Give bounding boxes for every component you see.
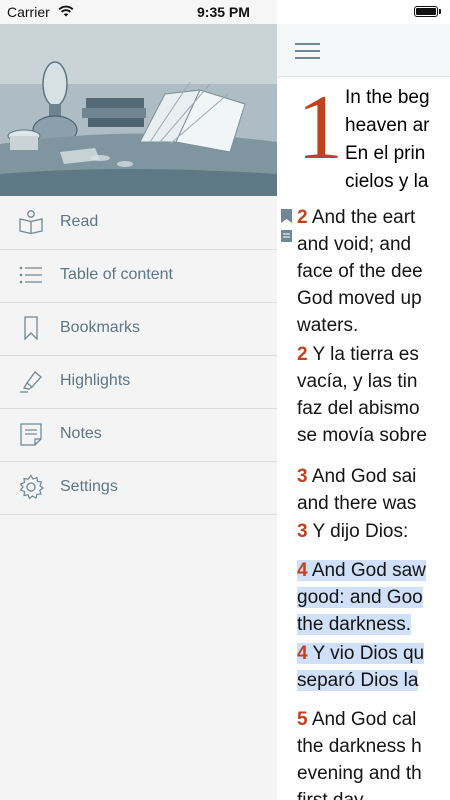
verse-line: face of the dee — [297, 261, 423, 282]
menu-label-notes: Notes — [60, 425, 102, 442]
status-bar-right — [277, 0, 450, 24]
verse-line: And the eart — [311, 207, 416, 228]
status-bar-left: Carrier 9:35 PM — [0, 0, 277, 24]
verse-number: 5 — [297, 709, 308, 730]
list-icon — [19, 266, 42, 284]
menu-item-bookmarks[interactable]: Bookmarks — [0, 303, 277, 356]
note-icon — [20, 423, 42, 446]
intro-line: In the beg — [345, 87, 430, 108]
still-life-illustration — [0, 24, 277, 196]
verse-line: first day. — [297, 787, 450, 800]
verse-number: 4 — [297, 560, 308, 581]
intro-line: cielos y la — [345, 171, 429, 192]
verse-number: 3 — [297, 466, 308, 487]
chapter-number: 1 — [297, 76, 343, 178]
menu-label-settings: Settings — [60, 478, 118, 495]
carrier-label: Carrier — [7, 4, 50, 20]
verse-line: and void; and — [297, 234, 412, 255]
book-reader-icon — [19, 210, 43, 235]
battery-tip — [439, 9, 441, 14]
verse-line: evening and th — [297, 763, 422, 784]
menu-item-notes[interactable]: Notes — [0, 409, 277, 462]
navigation-menu: Read Table of content Bookmarks Highligh… — [0, 197, 277, 515]
battery-icon — [414, 6, 438, 17]
intro-line: heaven ar — [345, 115, 430, 136]
menu-label-bookmarks: Bookmarks — [60, 319, 141, 336]
bookmark-icon — [24, 316, 38, 341]
menu-label-table-of-content: Table of content — [60, 266, 173, 283]
verse-number: 4 — [297, 643, 308, 664]
gear-icon — [19, 474, 44, 500]
verse-5-en[interactable]: 5 And God cal the darkness h evening and… — [297, 706, 450, 800]
reader-navbar — [277, 24, 450, 77]
hamburger-menu-icon[interactable] — [295, 43, 320, 60]
menu-item-table-of-content[interactable]: Table of content — [0, 250, 277, 303]
verse-number: 2 — [297, 207, 308, 228]
menu-label-read: Read — [60, 213, 99, 230]
verse-3-es[interactable]: 3 Y dijo Dios: — [297, 518, 450, 545]
wifi-icon — [58, 5, 74, 17]
verse-4-en[interactable]: 4 And God saw good: and Goo the darkness… — [297, 557, 450, 638]
side-menu: Carrier 9:35 PM Read Table of content Bo… — [0, 0, 277, 800]
highlighter-icon — [20, 371, 42, 393]
menu-item-settings[interactable]: Settings — [0, 462, 277, 515]
verse-line: vacía, y las tin — [297, 371, 418, 392]
verse-4-es[interactable]: 4 Y vio Dios qu separó Dios la — [297, 640, 450, 694]
note-marker-icon[interactable] — [281, 230, 292, 242]
verse-line: God moved up — [297, 288, 422, 309]
verse-line: Y vio Dios qu — [312, 643, 425, 664]
verse-line: the darkness. — [297, 614, 412, 635]
verse-line: and there was — [297, 493, 417, 514]
bookmark-marker-icon[interactable] — [281, 209, 292, 223]
header-artwork — [0, 24, 277, 196]
menu-item-highlights[interactable]: Highlights — [0, 356, 277, 409]
verse-line: the darkness h — [297, 736, 422, 757]
verse-3-en[interactable]: 3 And God sai and there was — [297, 463, 450, 517]
verse-line: se movía sobre — [297, 425, 427, 446]
verse-line: separó Dios la — [297, 670, 419, 691]
verse-line: Y dijo Dios: — [312, 521, 409, 542]
verse-line: And God sai — [311, 466, 417, 487]
intro-line: En el prin — [345, 143, 426, 164]
verse-line: And God cal — [311, 709, 417, 730]
verse-2-es[interactable]: 2 Y la tierra es vacía, y las tin faz de… — [297, 341, 450, 449]
verse-line: good: and Goo — [297, 587, 423, 608]
menu-item-read[interactable]: Read — [0, 197, 277, 250]
verse-line: Y la tierra es — [312, 344, 419, 365]
verse-2-en[interactable]: 2 And the eart and void; and face of the… — [297, 204, 450, 339]
chapter-intro: In the beg heaven ar En el prin cielos y… — [345, 84, 430, 196]
verse-line: waters. — [297, 315, 359, 336]
clock: 9:35 PM — [197, 4, 250, 20]
verse-line: faz del abismo — [297, 398, 420, 419]
reader-panel: 1 In the beg heaven ar En el prin cielos… — [277, 0, 450, 800]
verse-number: 3 — [297, 521, 308, 542]
menu-label-highlights: Highlights — [60, 372, 131, 389]
verse-number: 2 — [297, 344, 308, 365]
verse-line: And God saw — [311, 560, 426, 581]
